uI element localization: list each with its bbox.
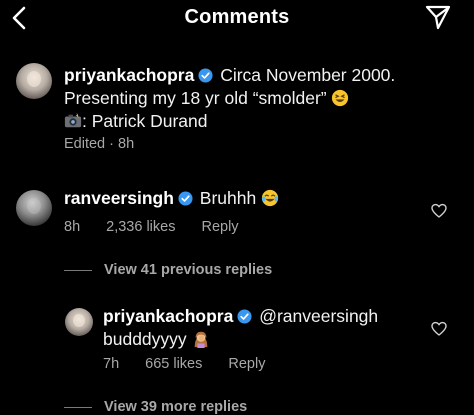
likes-count[interactable]: 2,336 likes [106, 219, 175, 235]
comment-body-line2: Presenting my 18 yr old “smolder” [64, 87, 349, 110]
comment-meta: 8h 2,336 likes Reply [64, 219, 239, 235]
reply-meta: 7h 665 likes Reply [103, 356, 265, 372]
avatar[interactable] [65, 308, 93, 336]
likes-count[interactable]: 665 likes [145, 356, 202, 372]
heart-icon[interactable] [431, 321, 447, 337]
comments-header: Comments [0, 0, 474, 38]
edited-timestamp: Edited · 8h [64, 136, 135, 152]
reply-text: budddyyyy [103, 329, 187, 349]
share-button[interactable] [424, 3, 452, 31]
person-facepalming-icon [194, 331, 207, 348]
camera-with-flash-icon [64, 112, 82, 128]
verified-badge-icon [178, 191, 193, 206]
comment-body: priyankachopra Circa November 2000. [64, 64, 395, 87]
verified-badge-icon [237, 309, 252, 324]
face-with-tears-of-joy-icon [261, 189, 279, 207]
reply-button[interactable]: Reply [201, 219, 238, 235]
comment-text-line1: Circa November 2000. [220, 65, 396, 85]
view-more-replies[interactable]: View 39 more replies [64, 399, 247, 415]
comment-time: 7h [103, 356, 120, 372]
comment-text-line2: Presenting my 18 yr old “smolder” [64, 88, 327, 108]
paper-plane-icon [425, 5, 451, 30]
avatar[interactable] [16, 190, 52, 226]
page-title: Comments [184, 6, 290, 28]
comment-text: Bruhhh [199, 188, 257, 208]
view-more-replies-label: View 39 more replies [104, 399, 248, 415]
username[interactable]: priyankachopra [64, 65, 194, 85]
reply-button[interactable]: Reply [228, 356, 265, 372]
comment-text-line3: : Patrick Durand [82, 111, 208, 131]
comment-body: ranveersingh Bruhhh [64, 187, 279, 210]
divider [64, 269, 92, 271]
comment-time: 8h [64, 219, 81, 235]
view-previous-replies-label: View 41 previous replies [104, 262, 273, 278]
view-previous-replies[interactable]: View 41 previous replies [64, 262, 272, 278]
divider [64, 406, 92, 408]
mention-link[interactable]: @ranveersingh [259, 306, 378, 326]
comment-meta: Edited · 8h [64, 136, 160, 152]
reply-body-line2: budddyyyy [103, 328, 210, 351]
username[interactable]: priyankachopra [103, 306, 233, 326]
verified-badge-icon [198, 68, 213, 83]
reply-body: priyankachopra @ranveersingh [103, 305, 378, 328]
username[interactable]: ranveersingh [64, 188, 174, 208]
grinning-squinting-face-icon [332, 89, 349, 107]
comment-body-line3: : Patrick Durand [64, 110, 207, 133]
heart-icon[interactable] [431, 203, 447, 219]
avatar[interactable] [16, 63, 52, 99]
